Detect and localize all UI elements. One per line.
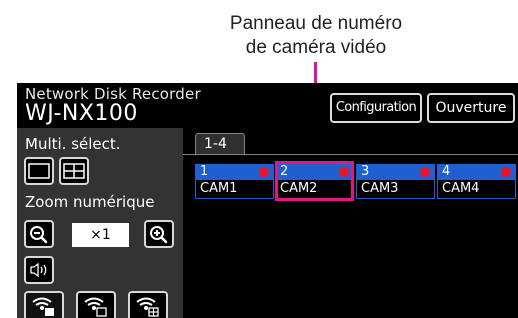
control-sidebar: Multi. sélect. Zoom numérique ×1 (17, 128, 183, 318)
tab-cameras-1-4[interactable]: 1-4 (195, 133, 245, 155)
camera-title-area: CAM4 (437, 180, 516, 199)
camera-panel-4[interactable]: 4 CAM4 (437, 164, 516, 199)
camera-frame-icon (84, 297, 107, 317)
camera-name: CAM3 (361, 181, 399, 196)
zoom-in-button[interactable] (144, 220, 174, 248)
camera-number: 1 (200, 164, 209, 179)
camera-title-area: CAM1 (195, 180, 274, 199)
configuration-button[interactable]: Configuration (330, 93, 422, 123)
speaker-icon (30, 262, 47, 278)
camera-panel-3[interactable]: 3 CAM3 (356, 164, 435, 199)
callout-label: Panneau de numéro de caméra vidéo (196, 12, 436, 60)
zoom-out-button[interactable] (24, 220, 54, 248)
camera-mode-quad-button[interactable] (128, 291, 168, 318)
camera-number: 3 (361, 164, 370, 179)
camera-header: 1 (195, 164, 274, 180)
recorder-screen: Network Disk Recorder WJ-NX100 Configura… (17, 83, 518, 318)
multi-select-label: Multi. sélect. (25, 135, 121, 153)
callout-highlight-box (275, 161, 354, 201)
zoom-in-icon (150, 226, 168, 244)
zoom-level-value: ×1 (72, 223, 129, 247)
camera-header: 4 (437, 164, 516, 180)
camera-number: 4 (442, 164, 451, 179)
camera-quad-icon (136, 297, 159, 317)
camera-name: CAM1 (200, 181, 238, 196)
digital-zoom-label: Zoom numérique (25, 193, 155, 211)
camera-header: 3 (356, 164, 435, 180)
camera-single-icon (32, 297, 54, 316)
app-title: WJ-NX100 (25, 101, 138, 126)
recording-indicator-icon (259, 167, 269, 177)
audio-button[interactable] (24, 256, 54, 284)
callout-line-1: Panneau de numéro (229, 13, 403, 34)
recording-indicator-icon (420, 167, 430, 177)
single-screen-icon (28, 163, 50, 179)
tab-divider (183, 154, 518, 155)
camera-name: CAM4 (442, 181, 480, 196)
zoom-out-icon (30, 226, 48, 244)
camera-mode-single-button[interactable] (24, 291, 64, 318)
single-screen-button[interactable] (24, 157, 54, 185)
quad-screen-icon (63, 163, 85, 179)
callout-line-2: de caméra vidéo (245, 37, 387, 58)
camera-title-area: CAM3 (356, 180, 435, 199)
recording-indicator-icon (501, 167, 511, 177)
quad-screen-button[interactable] (59, 157, 89, 185)
camera-mode-frame-button[interactable] (76, 291, 116, 318)
open-button[interactable]: Ouverture (427, 93, 515, 123)
camera-panel-1[interactable]: 1 CAM1 (195, 164, 274, 199)
